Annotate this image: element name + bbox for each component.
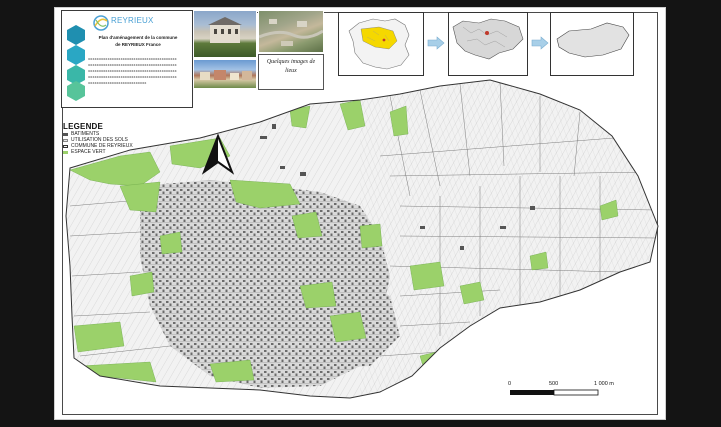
scale-label-0: 0 xyxy=(508,381,512,387)
legend-swatch-green-space xyxy=(63,150,68,154)
plan-title-line1: Plan d'aménagement de la commune xyxy=(98,35,178,40)
scale-bar: 0 500 1 000 m xyxy=(508,381,618,403)
photo-caption-line1: Quelques images de xyxy=(266,59,316,65)
legend-label: ESPACE VERT xyxy=(71,149,106,155)
legend-title: LEGENDE xyxy=(63,122,104,131)
photo-aerial-view xyxy=(258,10,324,53)
inset-arrow-icon xyxy=(531,36,549,50)
legend: LEGENDE BATIMENTS UTILISATION DES SOLS C… xyxy=(63,122,183,155)
legend-swatch-commune xyxy=(63,144,68,148)
inset-department-map xyxy=(448,12,528,76)
legend-swatch-land-use xyxy=(63,138,68,142)
inset-commune-map xyxy=(550,12,634,76)
scale-label-500: 500 xyxy=(549,381,559,387)
north-arrow-icon xyxy=(201,134,235,175)
brand-swirl-icon xyxy=(93,15,109,31)
inset-france-map xyxy=(338,12,424,76)
legend-item: ESPACE VERT xyxy=(63,149,183,155)
plan-title-line2: de REYRIEUX France xyxy=(115,42,161,47)
scale-label-1000: 1 000 m xyxy=(594,381,614,387)
plan-title: Plan d'aménagement de la commune de REYR… xyxy=(86,34,190,48)
scale-bar-graphic xyxy=(510,389,599,396)
photo-caption-line2: lieux xyxy=(285,68,297,74)
legend-swatch-buildings xyxy=(63,132,68,136)
brand-name: REYRIEUX xyxy=(111,16,154,25)
photo-chateau xyxy=(193,10,257,58)
inset-arrow-icon xyxy=(427,36,445,50)
